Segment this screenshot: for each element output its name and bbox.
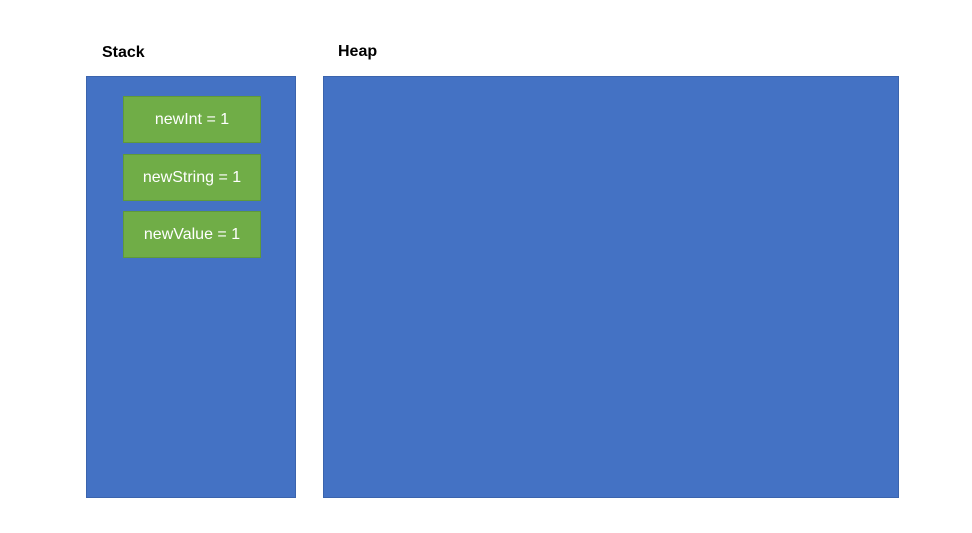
stack-region: newInt = 1 newString = 1 newValue = 1 [86, 76, 296, 498]
heap-label: Heap [338, 43, 378, 60]
stack-variable-newstring: newString = 1 [123, 154, 261, 201]
stack-label: Stack [102, 44, 145, 61]
stack-variable-newint: newInt = 1 [123, 96, 261, 143]
stack-variable-newvalue: newValue = 1 [123, 211, 261, 258]
heap-region [323, 76, 899, 498]
